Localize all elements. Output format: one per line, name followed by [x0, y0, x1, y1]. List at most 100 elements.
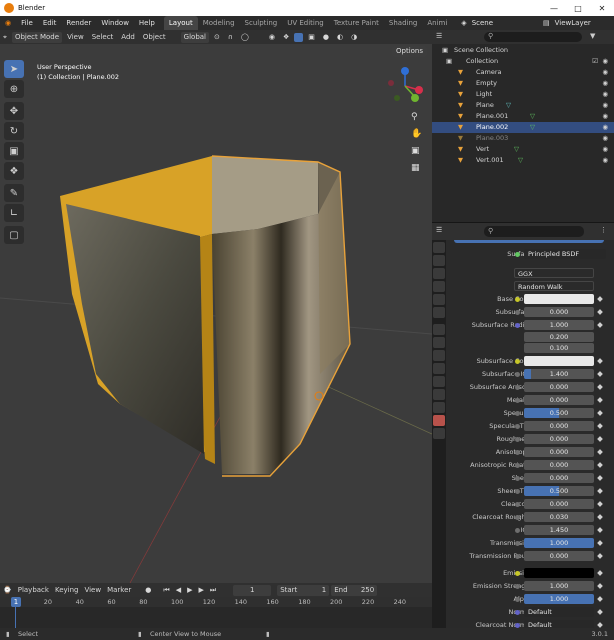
gizmo-icon[interactable]: ❖ — [280, 33, 292, 41]
keyframe-icon[interactable] — [597, 583, 603, 589]
property-field[interactable]: 0.000 — [524, 499, 594, 509]
visibility-icon[interactable]: ◉ — [266, 33, 278, 41]
property-field[interactable] — [524, 294, 594, 304]
eye-icon[interactable]: ◉ — [602, 56, 608, 67]
keyframe-icon[interactable] — [597, 384, 603, 390]
3d-viewport[interactable]: ⚲ ✋ ▣ ▦ — [0, 44, 432, 583]
property-field[interactable] — [524, 356, 594, 366]
outliner-type-icon[interactable]: ☰ — [436, 32, 442, 40]
next-key-icon[interactable]: ▶ — [196, 586, 207, 594]
outliner-item-plane[interactable]: ▼ Plane ▽ ◉ — [432, 100, 614, 111]
keyframe-icon[interactable] — [597, 501, 603, 507]
navigation-gizmo[interactable] — [385, 66, 425, 106]
select-menu[interactable]: Select — [89, 33, 117, 41]
jump-start-icon[interactable]: ⏮ — [160, 586, 172, 595]
view-layer-tab-icon[interactable] — [433, 281, 445, 292]
measure-tool-icon[interactable]: ∟ — [4, 204, 24, 222]
keyframe-icon[interactable] — [597, 436, 603, 442]
keyframe-icon[interactable] — [597, 540, 603, 546]
jump-end-icon[interactable]: ⏭ — [207, 586, 219, 595]
keyframe-icon[interactable] — [597, 397, 603, 403]
menu-render[interactable]: Render — [61, 19, 96, 27]
record-icon[interactable]: ● — [142, 586, 154, 594]
shading-material-icon[interactable]: ◐ — [334, 33, 346, 41]
keyframe-icon[interactable] — [597, 462, 603, 468]
view-layer-name[interactable]: ViewLayer — [555, 19, 596, 27]
marker-menu[interactable]: Marker — [104, 586, 134, 594]
property-field[interactable]: 0.100 — [524, 343, 594, 353]
outliner-item-vert-001[interactable]: ▼ Vert.001 ▽ ◉ — [432, 155, 614, 166]
options-dropdown[interactable]: Options — [392, 46, 428, 57]
property-field[interactable]: 0.000 — [524, 447, 594, 457]
timeline-view-menu[interactable]: View — [81, 586, 104, 594]
property-field[interactable]: 0.500 — [524, 408, 594, 418]
eye-icon[interactable]: ◉ — [602, 100, 608, 111]
property-field[interactable]: 1.000 — [524, 538, 594, 548]
tab-modeling[interactable]: Modeling — [198, 19, 240, 27]
snap-icon[interactable]: ∩ — [225, 33, 236, 41]
keyframe-icon[interactable] — [597, 596, 603, 602]
close-button[interactable]: ✕ — [590, 0, 614, 16]
outliner-scene-collection[interactable]: ▣ Scene Collection — [432, 45, 614, 56]
outliner-item-empty[interactable]: ▼ Empty ◉ — [432, 78, 614, 89]
keyframe-icon[interactable] — [597, 622, 603, 628]
view-menu[interactable]: View — [64, 33, 87, 41]
zoom-icon[interactable]: ⚲ — [411, 112, 425, 126]
eye-icon[interactable]: ◉ — [602, 67, 608, 78]
outliner-collection[interactable]: ▣ Collection ☑ ◉ — [432, 56, 614, 67]
select-tool-icon[interactable]: ➤ — [4, 60, 24, 78]
property-field[interactable]: 1.000 — [524, 581, 594, 591]
texture-tab-icon[interactable] — [433, 428, 445, 439]
keyframe-icon[interactable] — [597, 410, 603, 416]
output-tab-icon[interactable] — [433, 268, 445, 279]
constraints-tab-icon[interactable] — [433, 389, 445, 400]
pin-icon[interactable]: ⋮ — [600, 226, 607, 234]
eye-icon[interactable]: ◉ — [602, 133, 608, 144]
prev-key-icon[interactable]: ◀ — [173, 586, 184, 594]
keyframe-icon[interactable] — [597, 553, 603, 559]
keyframe-icon[interactable] — [597, 296, 603, 302]
tab-animation[interactable]: Animi — [422, 19, 452, 27]
material-tab-icon[interactable] — [433, 415, 445, 426]
keyframe-icon[interactable] — [597, 322, 603, 328]
outliner-search-input[interactable]: ⚲ — [484, 32, 582, 42]
property-field[interactable]: 0.000 — [524, 460, 594, 470]
menu-edit[interactable]: Edit — [38, 19, 62, 27]
eye-icon[interactable]: ◉ — [602, 78, 608, 89]
menu-file[interactable]: File — [16, 19, 38, 27]
outliner-item-plane-003[interactable]: ▼ Plane.003 ◉ — [432, 133, 614, 144]
grid-view-icon[interactable]: ▦ — [411, 163, 425, 177]
playhead[interactable]: 1 — [11, 597, 21, 607]
object-menu[interactable]: Object — [140, 33, 169, 41]
filter-icon[interactable]: ▼ — [590, 32, 595, 40]
maximize-button[interactable]: □ — [566, 0, 590, 16]
keying-menu[interactable]: Keying — [52, 586, 82, 594]
render-tab-icon[interactable] — [433, 255, 445, 266]
end-frame-field[interactable]: End 250 — [331, 584, 378, 596]
minimize-button[interactable]: — — [542, 0, 566, 16]
property-field[interactable]: Default — [524, 607, 594, 617]
add-cube-tool-icon[interactable]: ▢ — [4, 226, 24, 244]
move-tool-icon[interactable]: ✥ — [4, 102, 24, 120]
checkbox-icon[interactable]: ☑ — [592, 56, 598, 67]
outliner-item-light[interactable]: ▼ Light ◉ — [432, 89, 614, 100]
keyframe-icon[interactable] — [597, 309, 603, 315]
physics-tab-icon[interactable] — [433, 376, 445, 387]
data-tab-icon[interactable] — [433, 402, 445, 413]
keyframe-icon[interactable] — [597, 527, 603, 533]
world-tab-icon[interactable] — [433, 307, 445, 318]
object-tab-icon[interactable] — [433, 337, 445, 348]
eye-icon[interactable]: ◉ — [602, 122, 608, 133]
keyframe-icon[interactable] — [597, 488, 603, 494]
property-field[interactable]: 0.000 — [524, 395, 594, 405]
object-mode-dropdown[interactable]: Object Mode — [11, 31, 63, 43]
tab-texture-paint[interactable]: Texture Paint — [329, 19, 384, 27]
xray-icon[interactable]: ▣ — [305, 33, 318, 41]
play-icon[interactable]: ▶ — [184, 586, 195, 594]
properties-search-input[interactable]: ⚲ — [484, 226, 584, 237]
property-field[interactable]: 0.000 — [524, 307, 594, 317]
property-field[interactable]: 1.400 — [524, 369, 594, 379]
property-field[interactable]: 0.500 — [524, 486, 594, 496]
add-menu[interactable]: Add — [118, 33, 138, 41]
keyframe-icon[interactable] — [597, 449, 603, 455]
